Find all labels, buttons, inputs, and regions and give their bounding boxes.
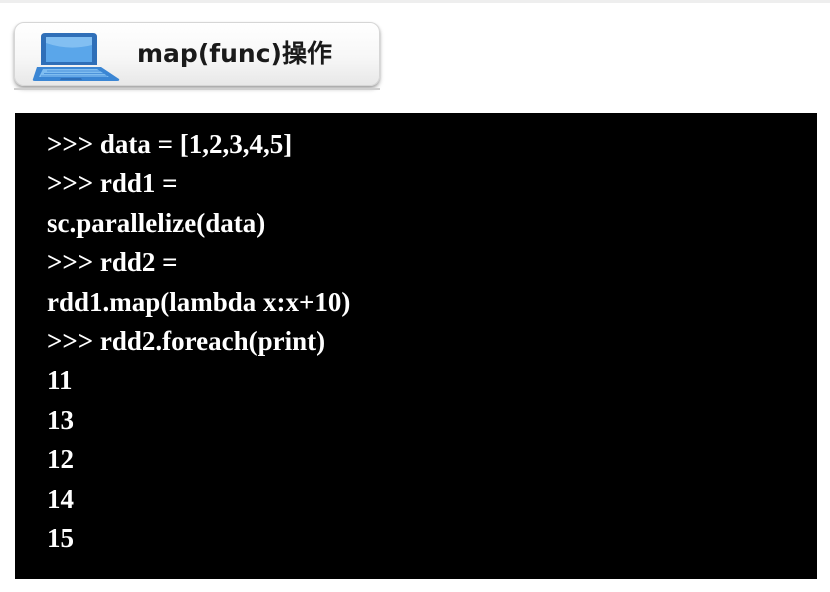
code-line: >>> rdd2 = <box>47 247 178 278</box>
code-line: >>> rdd2.foreach(print) <box>47 326 326 357</box>
code-line: rdd1.map(lambda x:x+10) <box>47 286 351 317</box>
output-line: 11 <box>47 365 73 396</box>
top-divider <box>0 0 830 3</box>
slide-page: map(func)操作 >>> data = [1,2,3,4,5] >>> r… <box>0 0 830 592</box>
code-line: >>> data = [1,2,3,4,5] <box>47 129 293 159</box>
output-line: 13 <box>47 404 74 435</box>
code-line: >>> rdd1 = <box>47 168 178 199</box>
output-line: 12 <box>47 444 74 475</box>
title-underline <box>14 88 380 90</box>
laptop-icon <box>32 33 120 81</box>
page-title: map(func)操作 <box>137 39 332 68</box>
title-tab: map(func)操作 <box>14 22 380 86</box>
code-line: sc.parallelize(data) <box>47 207 266 238</box>
output-line: 14 <box>47 483 74 514</box>
terminal-output: >>> data = [1,2,3,4,5] >>> rdd1 = sc.par… <box>15 113 817 579</box>
output-line: 15 <box>47 523 74 554</box>
